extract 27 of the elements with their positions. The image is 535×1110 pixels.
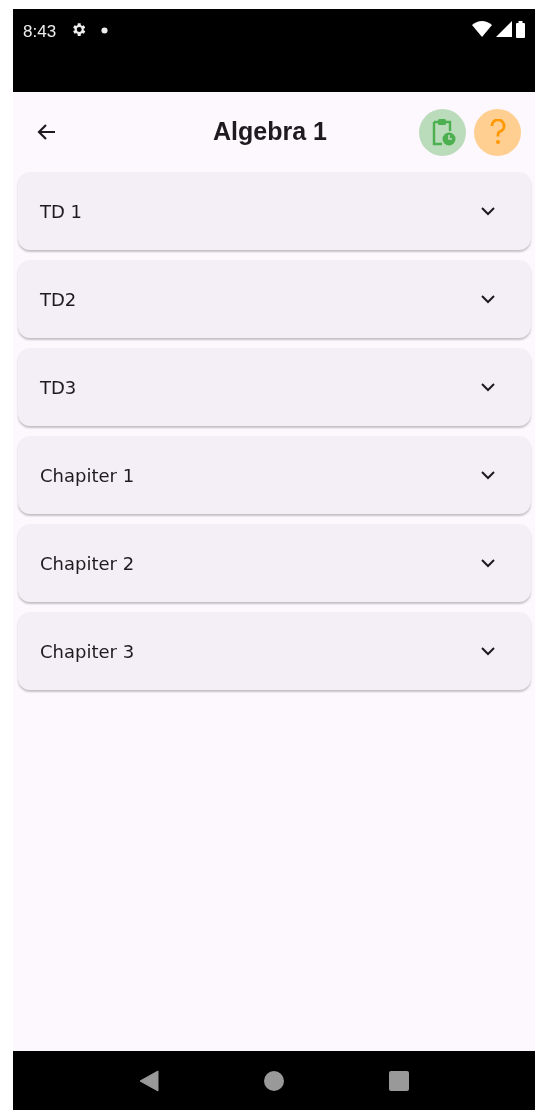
recents-square-icon <box>389 1071 409 1091</box>
section-header[interactable]: TD3 <box>18 348 531 426</box>
notification-dot-icon <box>101 27 109 34</box>
settings-icon <box>70 21 88 38</box>
signal-icon <box>496 21 512 37</box>
chevron-down-icon <box>481 206 495 216</box>
section-header[interactable]: Chapiter 3 <box>18 612 531 690</box>
section-header[interactable]: Chapiter 2 <box>18 524 531 602</box>
page-title: Algebra 1 <box>212 116 328 148</box>
status-time: 8:43 <box>23 21 57 43</box>
chevron-down-icon <box>481 294 495 304</box>
home-button[interactable] <box>264 1068 284 1093</box>
nav-back-button[interactable] <box>139 1068 159 1093</box>
schedule-button[interactable] <box>419 108 466 156</box>
recents-button[interactable] <box>389 1068 409 1093</box>
back-triangle-icon <box>139 1070 159 1092</box>
chevron-down-icon <box>481 646 495 656</box>
chevron-down-icon <box>481 558 495 568</box>
section-header[interactable]: TD2 <box>18 260 531 338</box>
section-header[interactable]: Chapiter 1 <box>18 436 531 514</box>
section-header[interactable]: TD 1 <box>18 172 531 250</box>
chevron-down-icon <box>481 470 495 480</box>
chevron-down-icon <box>481 382 495 392</box>
home-circle-icon <box>264 1071 284 1091</box>
wifi-icon <box>472 21 492 37</box>
battery-icon <box>516 21 525 38</box>
question-mark-icon <box>489 119 506 145</box>
